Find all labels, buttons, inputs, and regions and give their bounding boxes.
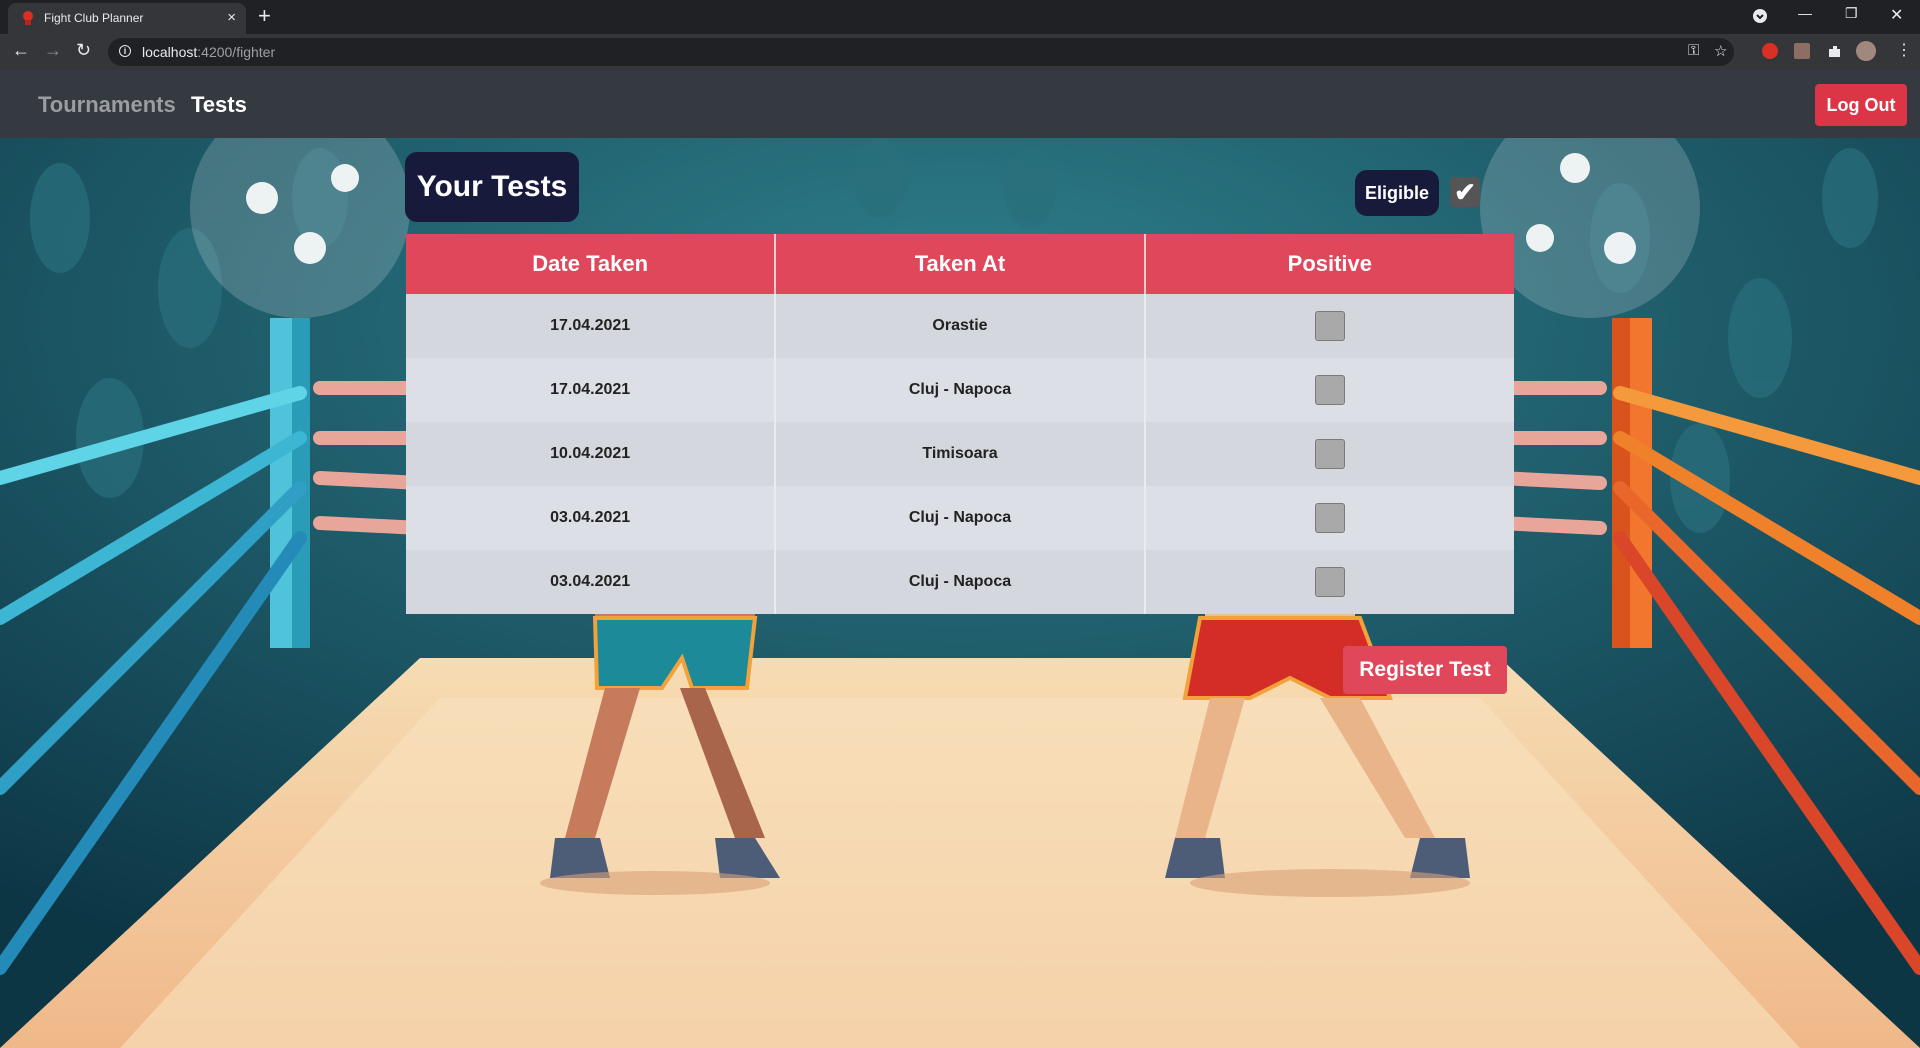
place-cell: Orastie xyxy=(774,294,1145,358)
browser-toolbar: ← → ↻ i localhost:4200/fighter ⚿ ☆ ⋮ xyxy=(0,34,1920,70)
app-viewport: Tournaments Tests Log Out Your Tests Eli… xyxy=(0,70,1920,1048)
table-row: 17.04.2021 Orastie xyxy=(406,294,1514,358)
menu-icon[interactable]: ⋮ xyxy=(1896,40,1912,60)
browser-tab[interactable]: Fight Club Planner × xyxy=(8,3,246,34)
date-cell: 03.04.2021 xyxy=(406,486,776,550)
table-row: 03.04.2021 Cluj - Napoca xyxy=(406,550,1514,614)
table-header-row: Date Taken Taken At Positive xyxy=(406,234,1514,294)
star-icon[interactable]: ☆ xyxy=(1714,42,1727,60)
url-text[interactable]: localhost:4200/fighter xyxy=(142,44,275,60)
table-row: 10.04.2021 Timisoara xyxy=(406,422,1514,486)
eligible-label: Eligible xyxy=(1355,170,1439,216)
column-header-date: Date Taken xyxy=(406,234,776,294)
table-row: 03.04.2021 Cluj - Napoca xyxy=(406,486,1514,550)
register-test-button[interactable]: Register Test xyxy=(1343,646,1507,694)
nav-link-tests[interactable]: Tests xyxy=(191,92,247,118)
info-icon[interactable]: i xyxy=(119,45,131,57)
date-cell: 17.04.2021 xyxy=(406,358,776,422)
extension-icon[interactable] xyxy=(1794,43,1810,59)
positive-cell xyxy=(1143,550,1514,614)
profile-icon[interactable] xyxy=(1856,41,1876,61)
back-icon[interactable]: ← xyxy=(12,40,30,61)
place-cell: Cluj - Napoca xyxy=(774,358,1145,422)
address-bar[interactable]: i localhost:4200/fighter ⚿ ☆ xyxy=(108,38,1734,66)
positive-cell xyxy=(1143,422,1514,486)
table-row: 17.04.2021 Cluj - Napoca xyxy=(406,358,1514,422)
positive-checkbox[interactable] xyxy=(1314,375,1345,405)
page-title: Your Tests xyxy=(405,152,579,222)
place-cell: Cluj - Napoca xyxy=(774,550,1145,614)
date-cell: 03.04.2021 xyxy=(406,550,776,614)
browser-tabstrip: Fight Club Planner × + — ❐ ✕ xyxy=(0,0,1920,34)
date-cell: 10.04.2021 xyxy=(406,422,776,486)
extension-icon[interactable] xyxy=(1762,43,1778,59)
column-header-place: Taken At xyxy=(774,234,1145,294)
column-header-positive: Positive xyxy=(1143,234,1514,294)
extensions-icon[interactable] xyxy=(1826,43,1842,59)
reload-icon[interactable]: ↻ xyxy=(76,40,91,61)
restore-icon[interactable]: ❐ xyxy=(1845,5,1858,22)
boxing-glove-icon xyxy=(23,11,33,25)
place-cell: Cluj - Napoca xyxy=(774,486,1145,550)
checkmark-icon: ✔ xyxy=(1454,177,1476,207)
place-cell: Timisoara xyxy=(774,422,1145,486)
positive-checkbox[interactable] xyxy=(1314,503,1345,533)
positive-checkbox[interactable] xyxy=(1314,311,1345,341)
positive-cell xyxy=(1143,358,1514,422)
positive-cell xyxy=(1143,486,1514,550)
nav-link-tournaments[interactable]: Tournaments xyxy=(38,92,176,118)
positive-cell xyxy=(1143,294,1514,358)
tab-title: Fight Club Planner xyxy=(44,11,144,25)
positive-checkbox[interactable] xyxy=(1314,567,1345,597)
app-navbar: Tournaments Tests Log Out xyxy=(0,70,1920,138)
date-cell: 17.04.2021 xyxy=(406,294,776,358)
eligible-checkbox[interactable]: ✔ xyxy=(1450,177,1480,207)
tests-table: Date Taken Taken At Positive 17.04.2021 … xyxy=(406,234,1514,614)
tab-search-icon[interactable] xyxy=(1752,8,1768,24)
close-icon[interactable]: ✕ xyxy=(1890,5,1903,25)
tab-close-icon[interactable]: × xyxy=(227,9,236,26)
forward-icon[interactable]: → xyxy=(44,40,62,61)
positive-checkbox[interactable] xyxy=(1314,439,1345,469)
new-tab-icon[interactable]: + xyxy=(258,3,271,29)
logout-button[interactable]: Log Out xyxy=(1815,84,1907,126)
key-icon[interactable]: ⚿ xyxy=(1688,42,1699,59)
minimize-icon[interactable]: — xyxy=(1798,5,1812,21)
